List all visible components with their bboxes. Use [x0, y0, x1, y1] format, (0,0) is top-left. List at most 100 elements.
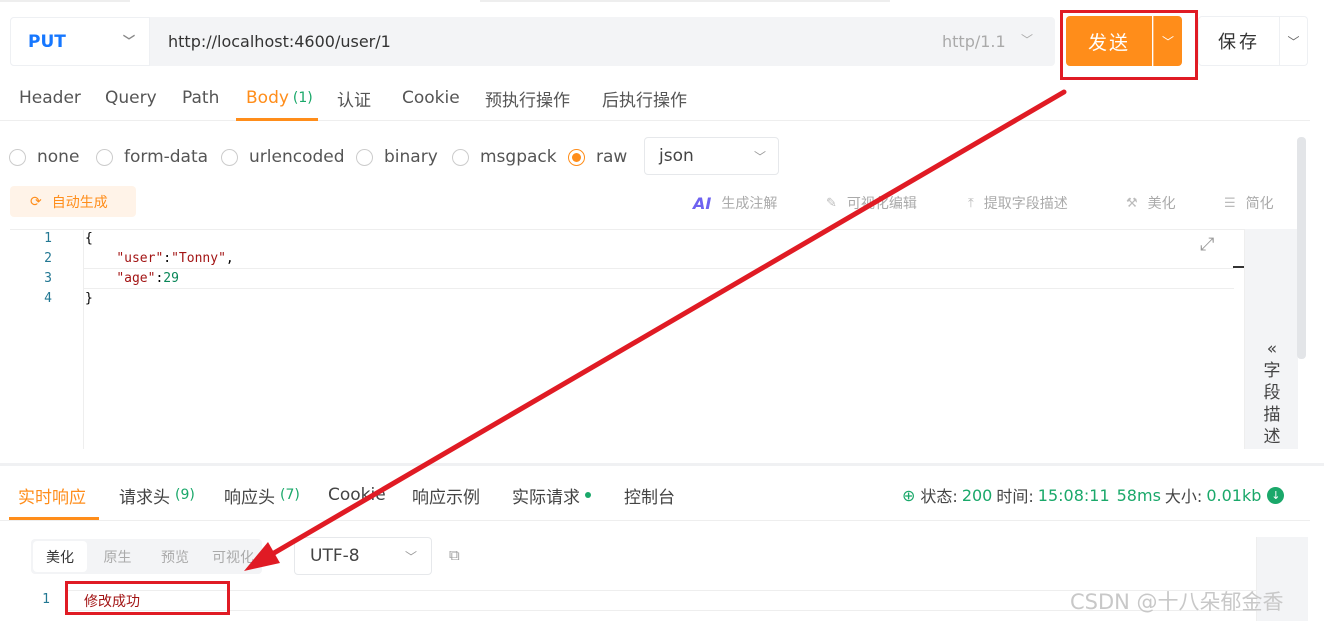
- generate-comment-button[interactable]: AI 生成注解: [693, 193, 777, 213]
- radio-label: raw: [596, 147, 628, 167]
- view-beautify[interactable]: 美化: [33, 541, 87, 572]
- view-visual[interactable]: 可视化: [205, 539, 261, 574]
- vertical-scrollbar[interactable]: [1297, 137, 1306, 359]
- tab-label: 实际请求: [512, 487, 580, 508]
- radio-circle-icon: [9, 148, 26, 166]
- radio-binary[interactable]: binary: [356, 147, 438, 167]
- copy-icon[interactable]: ⧉: [449, 546, 460, 564]
- http-version-select[interactable]: http/1.1: [942, 17, 1006, 66]
- simplify-button[interactable]: ☰ 简化: [1224, 193, 1274, 213]
- globe-icon: ⊕: [902, 485, 916, 505]
- tab-response-headers[interactable]: 响应头 (7): [224, 470, 300, 520]
- tab-pre-request[interactable]: 预执行操作: [485, 75, 570, 121]
- raw-format-select[interactable]: json ﹀: [644, 137, 779, 175]
- radio-checked-icon: [568, 148, 585, 166]
- tab-label: 响应头: [224, 487, 275, 508]
- tab-label: Cookie: [402, 88, 460, 108]
- view-raw[interactable]: 原生: [90, 539, 145, 574]
- tab-label: 响应示例: [412, 487, 480, 508]
- radio-label: form-data: [124, 147, 209, 167]
- response-annotation-box: [65, 581, 230, 615]
- refresh-icon: ⟳: [30, 193, 42, 210]
- radio-circle-icon: [452, 148, 469, 166]
- tab-query[interactable]: Query: [105, 75, 157, 121]
- editor-scroll-marker: [1233, 266, 1244, 268]
- active-tab-indicator: [236, 118, 318, 121]
- panel-label-char: 字: [1263, 361, 1281, 381]
- code-line: {: [85, 231, 93, 246]
- url-input[interactable]: http://localhost:4600/user/1: [168, 17, 391, 66]
- tab-count-badge: (9): [175, 487, 195, 503]
- extract-description-button[interactable]: ⤒ 提取字段描述: [968, 193, 1068, 213]
- tab-body[interactable]: Body (1): [246, 75, 313, 121]
- tab-label: 控制台: [624, 487, 675, 508]
- time-label: 时间:: [996, 487, 1034, 506]
- tab-console[interactable]: 控制台: [624, 470, 675, 520]
- tab-auth[interactable]: 认证: [337, 75, 371, 121]
- raw-format-value: json: [659, 146, 694, 166]
- auto-generate-button[interactable]: ⟳ 自动生成: [10, 186, 136, 217]
- panel-divider[interactable]: [0, 463, 1324, 466]
- radio-raw[interactable]: raw: [568, 147, 627, 167]
- size-label: 大小:: [1164, 487, 1203, 506]
- radio-form-data[interactable]: form-data: [96, 147, 208, 167]
- duration-value: 58ms: [1116, 485, 1161, 505]
- field-description-toggle[interactable]: « 字 段 描 述: [1262, 338, 1282, 448]
- chevron-down-icon: ﹀: [1161, 34, 1174, 49]
- chevron-down-icon: ﹀: [753, 150, 766, 164]
- send-button[interactable]: 发送: [1066, 16, 1152, 66]
- status-dot-icon: [585, 492, 591, 498]
- encoding-value: UTF-8: [310, 546, 360, 566]
- tab-label: Header: [19, 88, 81, 108]
- line-number: 2: [44, 251, 52, 266]
- tab-header[interactable]: Header: [19, 75, 81, 121]
- tab-live-response[interactable]: 实时响应: [18, 470, 86, 520]
- radio-msgpack[interactable]: msgpack: [452, 147, 557, 167]
- tab-actual-request[interactable]: 实际请求: [512, 470, 591, 520]
- panel-label-char: 段: [1263, 383, 1281, 403]
- expand-icon[interactable]: ⤢: [1200, 234, 1214, 255]
- code-line: "user":"Tonny",: [116, 251, 234, 266]
- tab-response-cookie[interactable]: Cookie: [328, 470, 386, 520]
- time-value: 15:08:11: [1037, 485, 1110, 505]
- radio-circle-icon: [356, 148, 373, 166]
- radio-none[interactable]: none: [9, 147, 79, 167]
- line-number: 4: [44, 291, 52, 306]
- edit-icon: ✎: [826, 195, 837, 211]
- save-button[interactable]: 保存: [1198, 16, 1280, 66]
- encoding-select[interactable]: UTF-8 ﹀: [294, 537, 432, 575]
- tool-label: 美化: [1147, 196, 1176, 212]
- tab-count-badge: (1): [292, 90, 313, 106]
- tab-label: 认证: [337, 90, 371, 111]
- tab-response-examples[interactable]: 响应示例: [412, 470, 480, 520]
- top-strip: [0, 0, 1324, 8]
- send-dropdown-button[interactable]: ﹀: [1153, 16, 1182, 66]
- save-dropdown-button[interactable]: ﹀: [1280, 16, 1308, 66]
- download-icon[interactable]: ↓: [1267, 486, 1285, 504]
- tool-label: 提取字段描述: [983, 196, 1068, 212]
- visual-edit-button[interactable]: ✎ 可视化编辑: [826, 193, 917, 213]
- radio-urlencoded[interactable]: urlencoded: [221, 147, 345, 167]
- tab-label: Body: [246, 88, 289, 108]
- ai-icon: AI: [693, 193, 712, 213]
- radio-label: binary: [384, 147, 438, 167]
- status-code: 200: [961, 485, 993, 505]
- tool-label: 简化: [1245, 196, 1274, 212]
- tab-label: Cookie: [328, 485, 386, 505]
- tab-divider: [0, 520, 1310, 521]
- radio-label: none: [37, 147, 80, 167]
- tab-label: 请求头: [119, 487, 170, 508]
- tab-label: 预执行操作: [485, 90, 570, 111]
- tab-count-badge: (7): [280, 487, 300, 503]
- tab-path[interactable]: Path: [182, 75, 219, 121]
- tab-label: 后执行操作: [602, 90, 687, 111]
- beautify-button[interactable]: ⚒ 美化: [1126, 193, 1176, 213]
- tab-post-request[interactable]: 后执行操作: [602, 75, 687, 121]
- tab-cookie[interactable]: Cookie: [402, 75, 460, 121]
- tab-request-headers[interactable]: 请求头 (9): [119, 470, 195, 520]
- current-line-highlight: [84, 268, 1234, 289]
- method-select[interactable]: PUT ﹀: [10, 17, 150, 66]
- panel-label-char: 述: [1263, 427, 1281, 447]
- view-preview[interactable]: 预览: [147, 539, 203, 574]
- magic-wand-icon: ⚒: [1126, 195, 1138, 211]
